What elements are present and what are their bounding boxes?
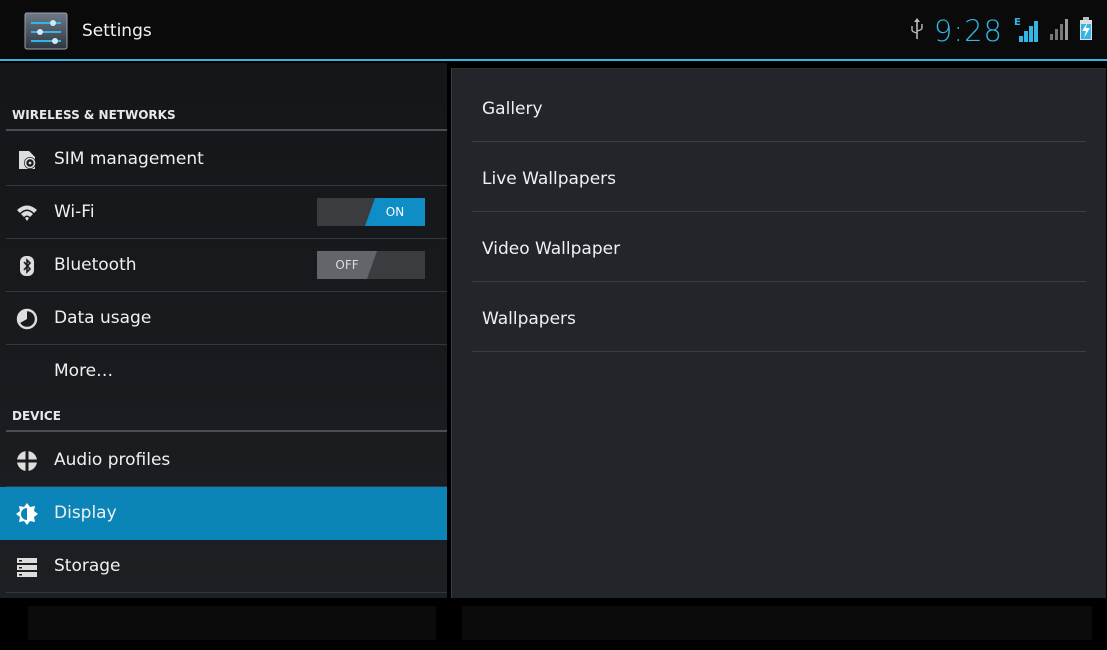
bluetooth-toggle[interactable]: OFF — [317, 251, 425, 279]
section-divider — [6, 129, 447, 131]
option-label: Gallery — [482, 99, 543, 119]
signal-e-icon: E — [1013, 17, 1039, 43]
sim-management-icon — [16, 149, 38, 171]
wifi-toggle[interactable]: ON — [317, 198, 425, 226]
wifi-icon — [16, 202, 38, 224]
section-header-wireless: WIRELESS & NETWORKS — [12, 108, 176, 122]
sidebar-item-label: SIM management — [54, 149, 204, 169]
sidebar-item-data-usage[interactable]: Data usage — [0, 292, 447, 345]
wallpaper-chooser-pane: Gallery Live Wallpapers Video Wallpaper … — [451, 68, 1106, 599]
toggle-thumb: OFF — [317, 251, 377, 279]
wallpaper-option-gallery[interactable]: Gallery — [472, 72, 1086, 142]
row-divider — [6, 592, 447, 593]
section-divider — [6, 430, 447, 432]
system-nav-bar — [0, 598, 1107, 650]
storage-icon — [16, 556, 38, 578]
sidebar-item-label: Data usage — [54, 308, 152, 328]
toggle-thumb: ON — [365, 198, 425, 226]
status-bar: 9:28 E — [910, 14, 1093, 48]
sidebar-item-wifi[interactable]: Wi-Fi ON — [0, 186, 447, 239]
sidebar-item-label: Wi-Fi — [54, 202, 95, 222]
wallpaper-option-wallpapers[interactable]: Wallpapers — [472, 282, 1086, 352]
sidebar-item-label: Storage — [54, 556, 121, 576]
settings-sidebar: WIRELESS & NETWORKS SIM management Wi-Fi… — [0, 63, 447, 598]
data-usage-icon — [16, 308, 38, 330]
display-icon — [16, 503, 38, 525]
option-label: Video Wallpaper — [482, 239, 621, 259]
sidebar-item-bluetooth[interactable]: Bluetooth OFF — [0, 239, 447, 292]
sidebar-item-label: Audio profiles — [54, 450, 171, 470]
sidebar-item-label: More… — [54, 361, 114, 381]
sidebar-item-audio-profiles[interactable]: Audio profiles — [0, 434, 447, 487]
option-label: Wallpapers — [482, 309, 576, 329]
sidebar-item-sim-management[interactable]: SIM management — [0, 133, 447, 186]
sidebar-item-label: Bluetooth — [54, 255, 137, 275]
nav-bar-region — [28, 606, 436, 640]
section-header-device: DEVICE — [12, 409, 61, 423]
sidebar-item-display[interactable]: Display — [0, 487, 447, 540]
sidebar-item-storage[interactable]: Storage — [0, 540, 447, 593]
clock: 9:28 — [933, 14, 1003, 48]
sidebar-item-label: Display — [54, 503, 117, 523]
sidebar-item-more[interactable]: More… — [0, 345, 447, 398]
wallpaper-option-video-wallpaper[interactable]: Video Wallpaper — [472, 212, 1086, 282]
app-title: Settings — [82, 21, 152, 41]
action-bar: Settings 9:28 E — [0, 0, 1107, 61]
audio-profiles-icon — [16, 450, 38, 472]
settings-sliders-icon[interactable] — [24, 12, 68, 50]
wallpaper-option-live-wallpapers[interactable]: Live Wallpapers — [472, 142, 1086, 212]
usb-icon — [910, 18, 924, 44]
bluetooth-icon — [16, 255, 38, 277]
option-label: Live Wallpapers — [482, 169, 617, 189]
row-divider — [472, 351, 1086, 352]
battery-charging-icon — [1079, 17, 1093, 45]
nav-bar-region — [462, 606, 1092, 640]
signal-icon — [1049, 17, 1069, 45]
